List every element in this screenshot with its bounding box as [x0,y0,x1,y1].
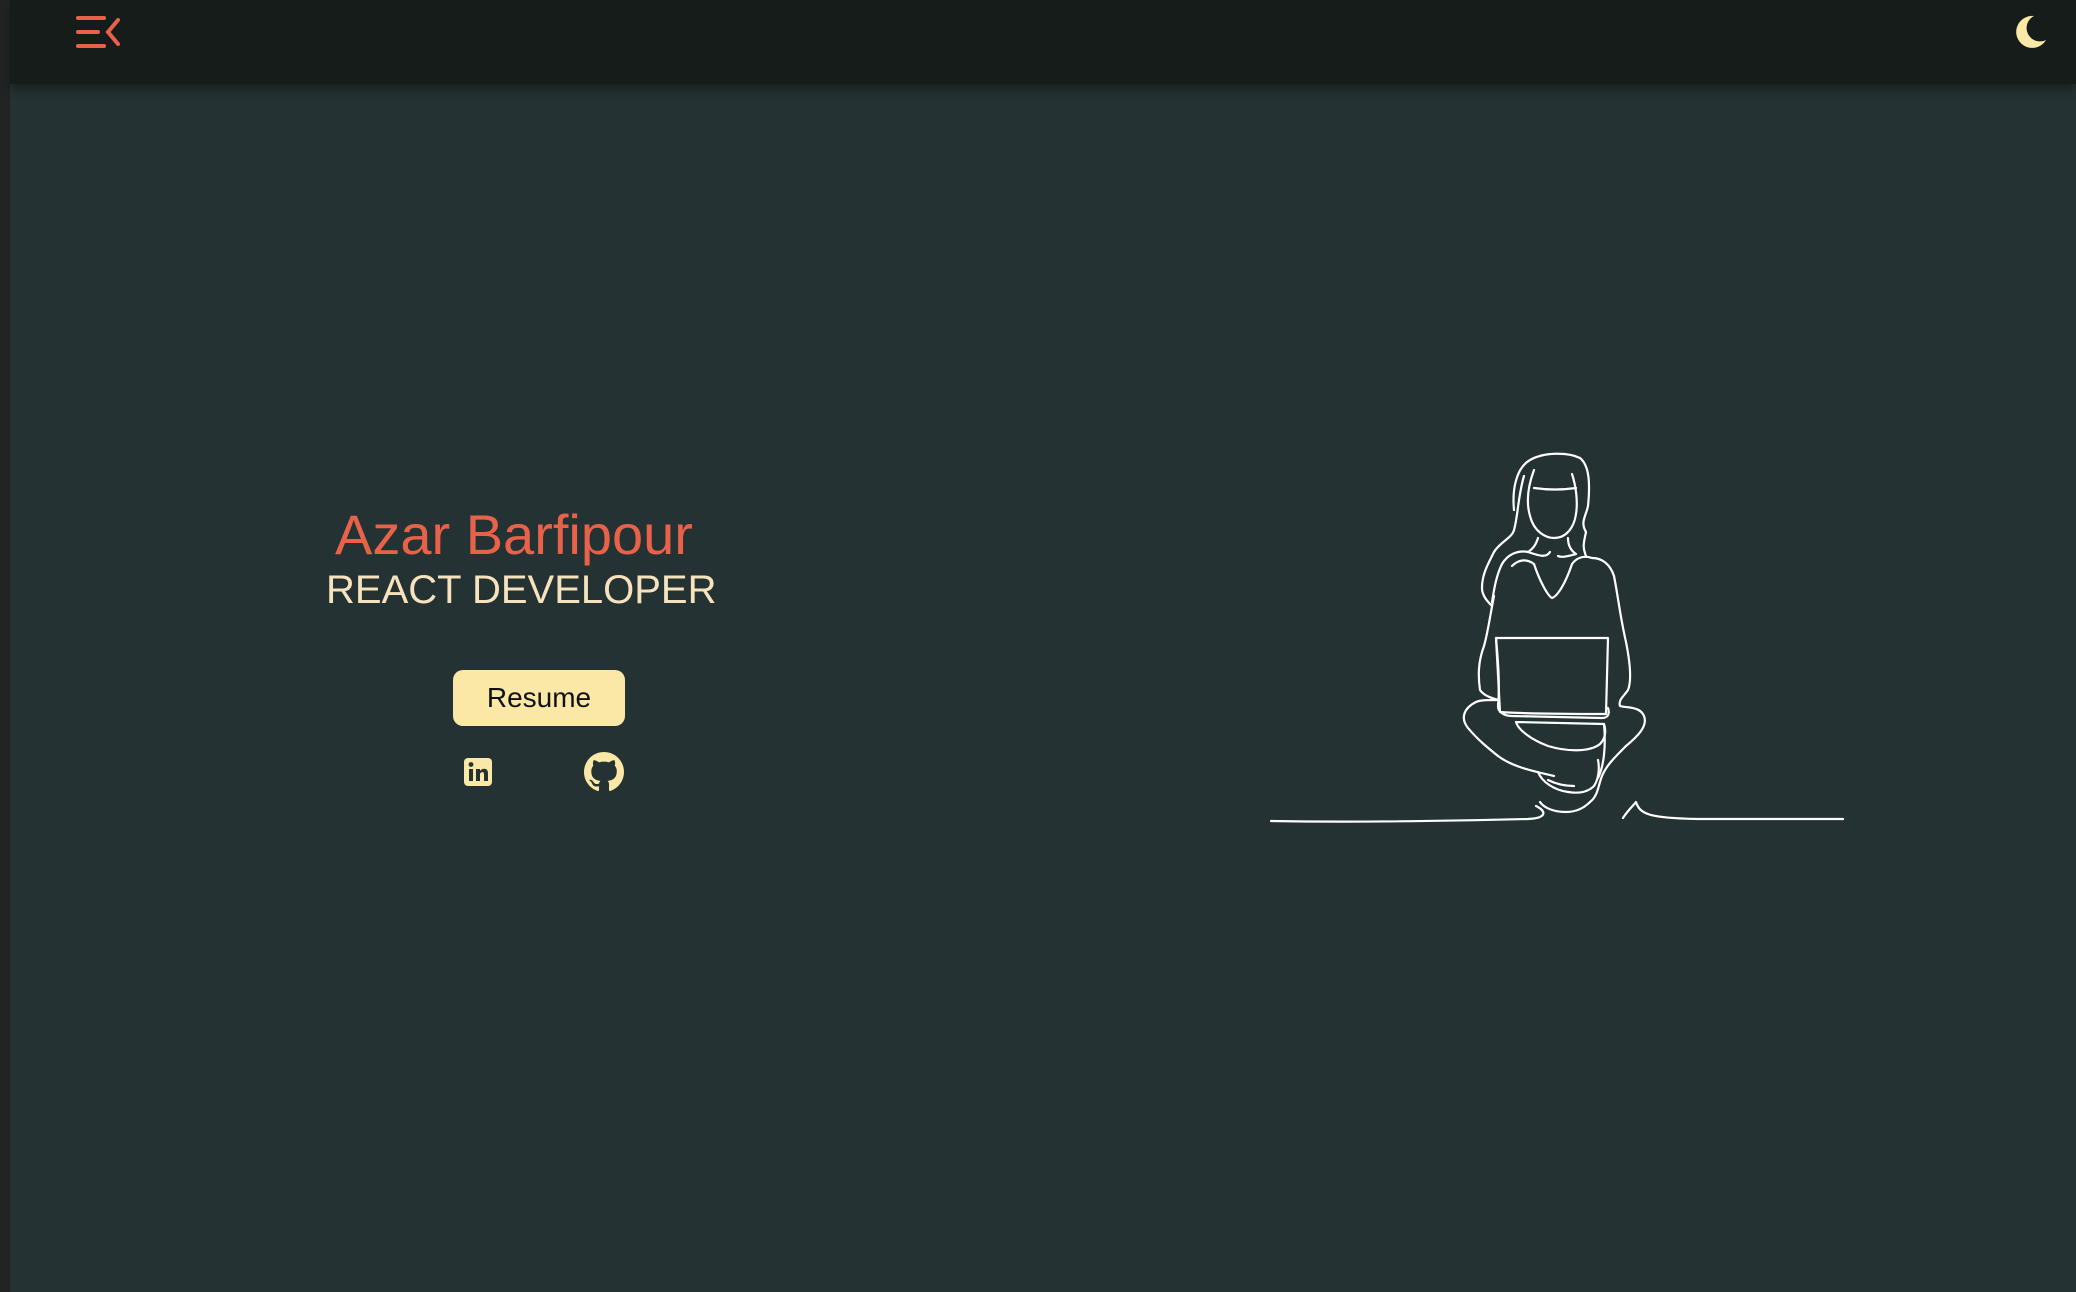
github-icon [584,752,624,792]
resume-button[interactable]: Resume [453,670,625,726]
menu-collapse-icon [76,16,120,48]
menu-toggle-button[interactable] [74,12,130,52]
app-root: Azar Barfipour REACT DEVELOPER Resume [10,0,2076,1292]
moon-icon [2016,15,2046,48]
github-link[interactable] [584,752,624,792]
hero-name: Azar Barfipour [335,503,693,566]
theme-toggle-button[interactable] [2010,12,2050,52]
linkedin-icon [464,758,492,786]
linkedin-link[interactable] [458,752,498,792]
hero-illustration [1268,446,1848,836]
hero-role: REACT DEVELOPER [326,568,717,612]
top-navbar [10,0,2076,84]
woman-laptop-illustration [1269,452,1845,823]
